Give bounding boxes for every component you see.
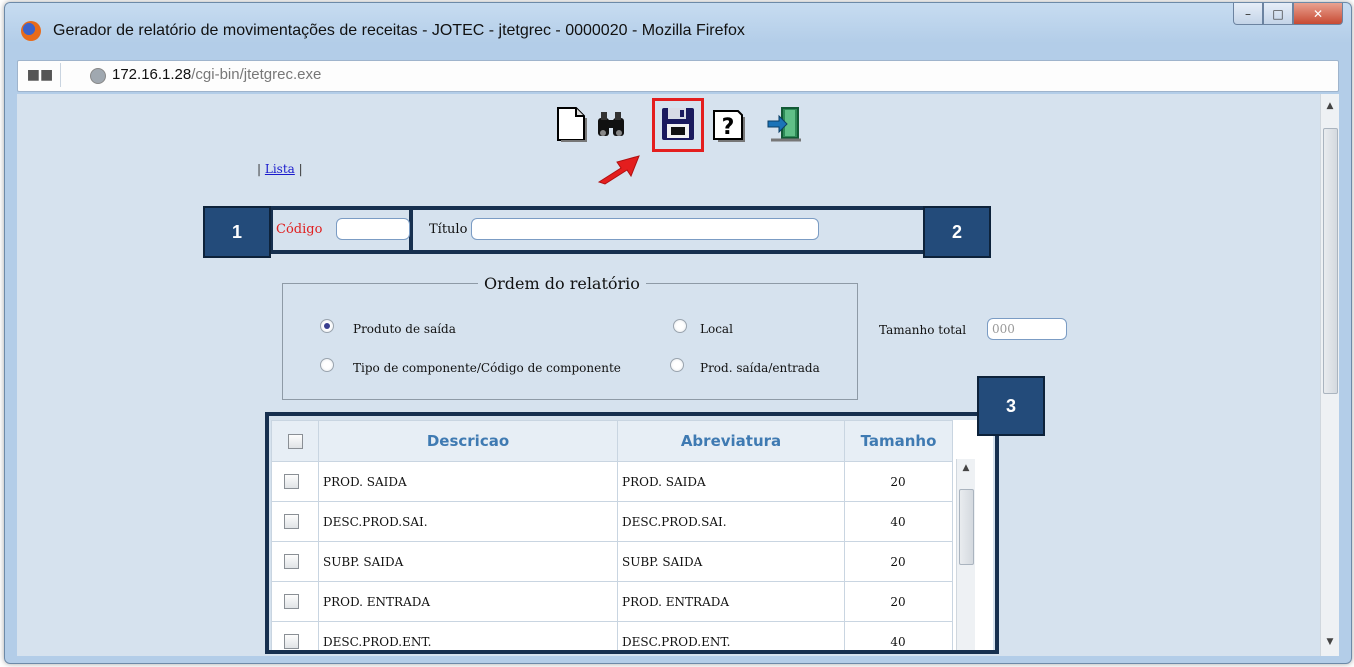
- callout-frame-3: [265, 412, 999, 654]
- codigo-input[interactable]: [336, 218, 410, 240]
- lista-link[interactable]: Lista: [265, 162, 295, 176]
- callout-badge-1: 1: [203, 206, 271, 258]
- help-icon[interactable]: ?: [709, 104, 747, 144]
- radio-tipo-componente[interactable]: [320, 358, 334, 372]
- nav-separator: |: [257, 162, 262, 176]
- exit-door-icon[interactable]: [765, 104, 803, 144]
- ordem-legend: Ordem do relatório: [484, 274, 640, 293]
- minimize-button[interactable]: –: [1233, 3, 1263, 25]
- scroll-down-icon[interactable]: ▼: [1321, 634, 1339, 650]
- callout-badge-2: 2: [923, 206, 991, 258]
- binoculars-search-icon[interactable]: [592, 104, 630, 144]
- radio-label-produto-saida: Produto de saída: [353, 322, 456, 336]
- titulo-input[interactable]: [471, 218, 819, 240]
- codigo-label: Código: [276, 222, 323, 237]
- page-menu-icon[interactable]: ■■: [20, 63, 61, 87]
- globe-icon: [90, 68, 106, 84]
- new-document-icon[interactable]: [552, 104, 590, 144]
- nav-separator: |: [298, 162, 303, 176]
- page-content: ? | Lista | 1 2 Código Título Ordem do r…: [17, 94, 1320, 656]
- radio-prod-saida-entrada[interactable]: [670, 358, 684, 372]
- radio-label-tipo-componente: Tipo de componente/Código de componente: [353, 361, 621, 375]
- url-text[interactable]: 172.16.1.28/cgi-bin/jtetgrec.exe: [112, 66, 321, 83]
- radio-label-local: Local: [700, 322, 733, 336]
- radio-local[interactable]: [673, 319, 687, 333]
- pointer-arrow-icon: [597, 155, 640, 185]
- radio-label-prod-saida-entrada: Prod. saída/entrada: [700, 361, 820, 375]
- radio-produto-saida[interactable]: [320, 319, 334, 333]
- titulo-label: Título: [429, 222, 468, 237]
- page-scrollbar[interactable]: ▲ ▼: [1320, 94, 1339, 656]
- maximize-button[interactable]: □: [1263, 3, 1293, 25]
- svg-text:?: ?: [722, 115, 735, 140]
- save-highlight: [652, 98, 704, 152]
- tamanho-total-label: Tamanho total: [879, 323, 967, 337]
- address-bar[interactable]: ■■ 172.16.1.28/cgi-bin/jtetgrec.exe: [17, 60, 1339, 92]
- close-button[interactable]: ✕: [1293, 3, 1343, 25]
- window-controls: – □ ✕: [1233, 3, 1343, 25]
- tamanho-total-input[interactable]: 000: [987, 318, 1067, 340]
- title-bar: Gerador de relatório de movimentações de…: [5, 3, 1351, 59]
- url-host: 172.16.1.28: [112, 66, 192, 83]
- scroll-thumb[interactable]: [1323, 128, 1338, 394]
- ordem-group: Ordem do relatório: [282, 274, 858, 400]
- lista-nav: | Lista |: [257, 162, 303, 176]
- scroll-up-icon[interactable]: ▲: [1321, 98, 1339, 114]
- callout-badge-3: 3: [977, 376, 1045, 436]
- window-title: Gerador de relatório de movimentações de…: [53, 22, 745, 39]
- firefox-icon: [21, 21, 41, 41]
- url-path: /cgi-bin/jtetgrec.exe: [191, 66, 322, 83]
